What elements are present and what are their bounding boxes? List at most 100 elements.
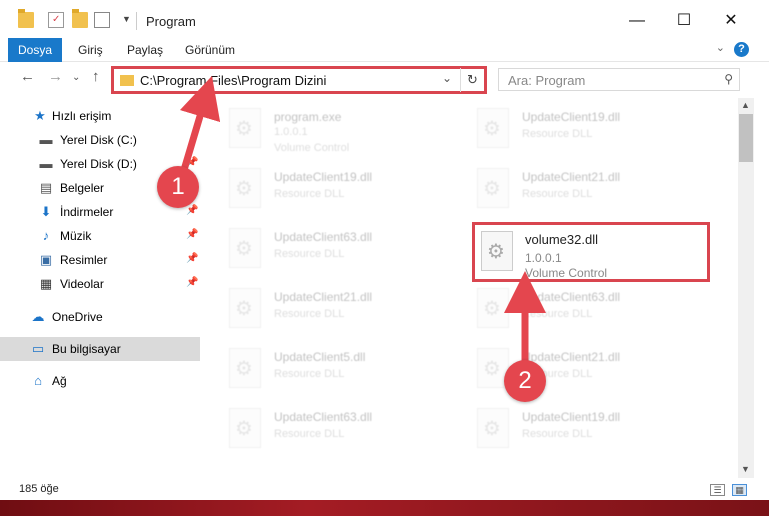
tab-share[interactable]: Paylaş	[127, 38, 163, 62]
list-item[interactable]: ⚙ UpdateClient21.dll Resource DLL	[450, 162, 690, 218]
list-item[interactable]: ⚙ UpdateClient19.dll Resource DLL	[450, 402, 690, 458]
network-icon: ⌂	[34, 373, 42, 388]
file-name: UpdateClient19.dll	[522, 410, 621, 424]
pin-icon[interactable]: 📌	[186, 253, 198, 264]
annotation-badge-1: 1	[157, 166, 199, 208]
details-view-icon[interactable]: ☰	[710, 484, 725, 496]
file-type: Resource DLL	[274, 308, 345, 320]
minimize-button[interactable]: —	[614, 6, 660, 36]
address-path[interactable]: C:\Program Files\Program Dizini	[140, 73, 326, 88]
pin-icon[interactable]: 📌	[186, 229, 198, 240]
file-description: Volume Control	[525, 266, 608, 280]
star-icon: ★	[34, 108, 46, 123]
sidebar-item-quick-access[interactable]: ★ Hızlı erişim	[0, 104, 200, 128]
file-version: 1.0.0.1	[274, 126, 308, 138]
list-item[interactable]: ⚙ UpdateClient21.dll Resource DLL	[450, 342, 690, 398]
exe-file-icon: ⚙	[229, 108, 261, 148]
scroll-up-icon[interactable]: ▲	[741, 100, 750, 110]
desktop-background-strip	[0, 500, 769, 516]
file-name: UpdateClient63.dll	[522, 290, 621, 304]
sidebar-item-onedrive[interactable]: ☁ OneDrive	[0, 305, 200, 329]
ribbon-expand-chevron-icon[interactable]: ⌄	[716, 41, 725, 54]
dll-file-icon: ⚙	[229, 288, 261, 328]
file-description: Volume Control	[274, 142, 350, 154]
dll-file-icon: ⚙	[229, 228, 261, 268]
file-version: 1.0.0.1	[525, 251, 562, 265]
sidebar-item-this-pc[interactable]: ▭ Bu bilgisayar	[0, 337, 200, 361]
dll-file-icon: ⚙	[477, 168, 509, 208]
list-item[interactable]: ⚙ UpdateClient63.dll Resource DLL	[202, 402, 442, 458]
back-arrow-icon[interactable]: ←	[20, 68, 35, 85]
file-type: Resource DLL	[522, 128, 593, 140]
tab-home[interactable]: Giriş	[78, 38, 103, 62]
list-item[interactable]: ⚙ UpdateClient19.dll Resource DLL	[450, 102, 690, 158]
dll-file-icon: ⚙	[229, 168, 261, 208]
cloud-icon: ☁	[31, 309, 45, 324]
pin-icon[interactable]: 📌	[186, 205, 198, 216]
sidebar-item-label: Yerel Disk (D:)	[60, 157, 137, 171]
pin-icon[interactable]: 📌	[186, 157, 198, 168]
picture-icon: ▣	[39, 252, 53, 267]
list-item[interactable]: ⚙ UpdateClient63.dll Resource DLL	[202, 222, 442, 278]
search-icon[interactable]: ⚲	[724, 72, 733, 86]
download-icon: ⬇	[40, 204, 52, 219]
file-type: Resource DLL	[274, 428, 345, 440]
navigation-bar: ← → ⌄ ↑ C:\Program Files\Program Dizini …	[0, 62, 769, 98]
annotation-badge-2: 2	[504, 360, 546, 402]
address-bar[interactable]: C:\Program Files\Program Dizini ⌄ ↻	[111, 66, 487, 94]
quick-access-dropdown-icon[interactable]: ▼	[122, 14, 131, 24]
window-title: Program	[146, 14, 196, 29]
folder-icon	[120, 75, 134, 86]
dll-file-icon: ⚙	[481, 231, 513, 271]
file-list: ⚙ program.exe 1.0.0.1 Volume Control ⚙ U…	[202, 100, 739, 475]
document-icon: ▤	[39, 180, 53, 195]
drive-icon: ▬	[39, 132, 53, 147]
status-bar: 185 öğe ☰ ▦	[0, 478, 769, 500]
maximize-button[interactable]: ☐	[661, 6, 707, 36]
sidebar-item-label: Yerel Disk (C:)	[60, 133, 137, 147]
forward-arrow-icon[interactable]: →	[48, 68, 63, 85]
sidebar-item-network[interactable]: ⌂ Ağ	[0, 369, 200, 393]
sidebar-item-pictures[interactable]: ▣ Resimler 📌	[0, 248, 200, 272]
sidebar-item-label: OneDrive	[52, 310, 103, 324]
dll-file-icon: ⚙	[477, 288, 509, 328]
list-item[interactable]: ⚙ UpdateClient63.dll Resource DLL	[450, 282, 690, 338]
file-name: UpdateClient5.dll	[274, 350, 366, 364]
tab-file[interactable]: Dosya	[8, 38, 62, 62]
search-input[interactable]: Ara: Program ⚲	[498, 68, 740, 91]
sidebar-item-videos[interactable]: ▦ Videolar 📌	[0, 272, 200, 296]
file-name: UpdateClient21.dll	[522, 170, 621, 184]
sidebar-item-label: Müzik	[60, 229, 92, 243]
file-name: UpdateClient63.dll	[274, 410, 373, 424]
view-menu-icon[interactable]	[94, 12, 110, 28]
question-icon[interactable]: ?	[734, 42, 749, 57]
tab-view[interactable]: Görünüm	[185, 38, 235, 62]
sidebar: ★ Hızlı erişim ▬ Yerel Disk (C:) ▬ Yerel…	[0, 100, 202, 470]
sidebar-item-disk-c[interactable]: ▬ Yerel Disk (C:)	[0, 128, 200, 152]
folder-icon	[18, 9, 34, 28]
scroll-down-icon[interactable]: ▼	[741, 464, 750, 474]
file-type: Resource DLL	[274, 188, 345, 200]
list-item-volume32-dll[interactable]: ⚙ volume32.dll 1.0.0.1 Volume Control	[472, 222, 710, 282]
file-name: UpdateClient19.dll	[274, 170, 373, 184]
properties-icon[interactable]: ✓	[48, 12, 64, 28]
dll-file-icon: ⚙	[229, 408, 261, 448]
scroll-thumb[interactable]	[739, 114, 753, 162]
recent-locations-chevron-icon[interactable]: ⌄	[72, 72, 80, 83]
refresh-icon[interactable]: ↻	[460, 68, 484, 92]
list-item[interactable]: ⚙ UpdateClient19.dll Resource DLL	[202, 162, 442, 218]
pin-icon[interactable]: 📌	[186, 277, 198, 288]
vertical-scrollbar[interactable]: ▲ ▼	[738, 98, 754, 478]
drive-icon: ▬	[39, 156, 53, 171]
list-item[interactable]: ⚙ program.exe 1.0.0.1 Volume Control	[202, 102, 442, 158]
address-dropdown-icon[interactable]: ⌄	[442, 71, 452, 85]
close-button[interactable]: ✕	[708, 6, 754, 36]
list-item[interactable]: ⚙ UpdateClient5.dll Resource DLL	[202, 342, 442, 398]
sidebar-item-music[interactable]: ♪ Müzik 📌	[0, 224, 200, 248]
up-arrow-icon[interactable]: ↑	[92, 68, 100, 85]
sidebar-item-label: Ağ	[52, 374, 67, 388]
new-folder-icon[interactable]	[72, 9, 88, 28]
tiles-view-icon[interactable]: ▦	[732, 484, 747, 496]
list-item[interactable]: ⚙ UpdateClient21.dll Resource DLL	[202, 282, 442, 338]
file-name: volume32.dll	[525, 232, 598, 247]
